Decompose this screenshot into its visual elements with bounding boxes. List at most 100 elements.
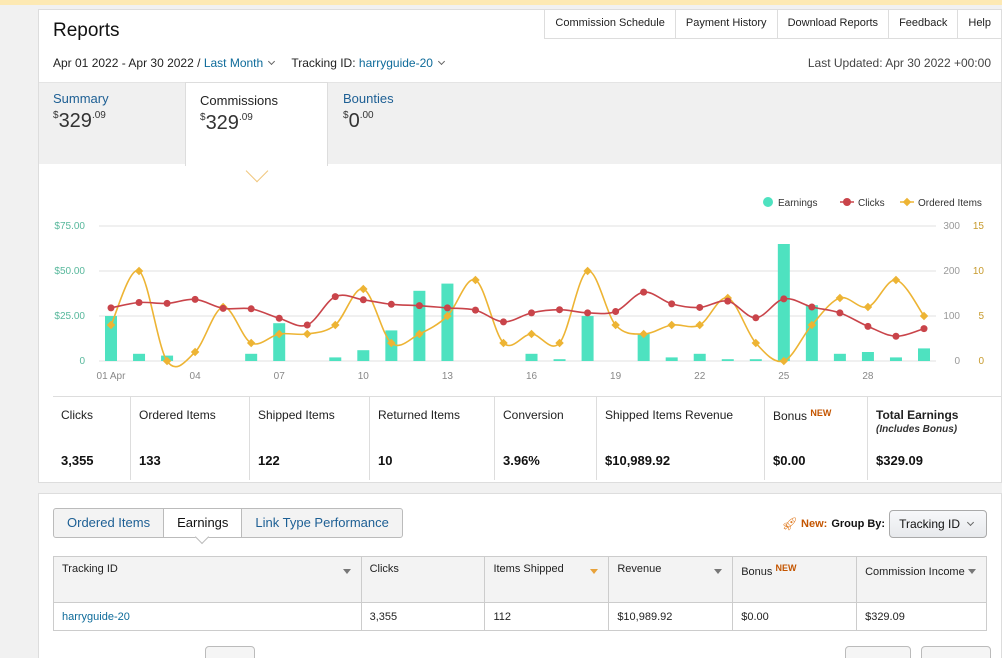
clicks-point [752, 314, 760, 322]
y-right2-tick-label: 0 [978, 356, 984, 367]
metric-label: Returned Items [378, 408, 461, 422]
value-cents: .00 [359, 110, 374, 121]
column-header-commission-income[interactable]: Commission Income [856, 556, 987, 603]
header-label: Commission Income [865, 566, 965, 578]
tab-link-type-performance[interactable]: Link Type Performance [242, 509, 401, 537]
rows-per-page-select[interactable] [205, 646, 255, 658]
new-badge: NEW [810, 408, 832, 418]
y-left-tick-label: $50.00 [54, 266, 85, 277]
metric-value: 3,355 [61, 453, 94, 468]
chevron-down-icon[interactable] [437, 57, 445, 66]
page-title: Reports [53, 20, 120, 41]
value-whole: 0 [348, 110, 360, 132]
help-link[interactable]: Help [958, 10, 1001, 38]
feedback-link[interactable]: Feedback [889, 10, 959, 38]
ordered-items-point [835, 293, 845, 303]
column-header-items-shipped[interactable]: Items Shipped [484, 556, 610, 603]
metric-value: 122 [258, 453, 280, 468]
date-range: Apr 01 2022 - Apr 30 2022 [53, 56, 194, 70]
earnings-bar [357, 350, 370, 361]
x-tick-label: 04 [190, 371, 202, 382]
previous-page-button[interactable] [845, 646, 911, 658]
x-tick-label: 10 [358, 371, 370, 382]
tab-bounties-value: $0.00 [343, 110, 394, 133]
tab-commissions[interactable]: Commissions $329.09 [185, 82, 328, 166]
tab-ordered-items[interactable]: Ordered Items [54, 509, 165, 537]
table-row: harryguide-20 3,355 112 $10,989.92 $0.00… [53, 602, 987, 631]
clicks-point [107, 304, 115, 312]
date-range-dropdown[interactable]: Last Month [204, 56, 263, 70]
x-tick-label: 28 [862, 371, 874, 382]
revenue-cell: $10,989.92 [608, 602, 734, 631]
earnings-bar [581, 316, 594, 361]
metric-sublabel: (Includes Bonus) [876, 424, 958, 435]
clicks-cell: 3,355 [360, 602, 486, 631]
earnings-bar [749, 359, 762, 361]
group-by-label: Group By: [831, 518, 886, 530]
column-header-revenue[interactable]: Revenue [608, 556, 734, 603]
earnings-bar [413, 290, 426, 361]
metric-label: Shipped Items Revenue [605, 408, 734, 422]
top-notice-strip [0, 0, 1002, 5]
metric-shipped-revenue: Shipped Items Revenue $10,989.92 [597, 397, 765, 480]
column-header-bonus[interactable]: Bonus NEW [732, 556, 858, 603]
download-reports-link[interactable]: Download Reports [778, 10, 890, 38]
earnings-bar [805, 305, 818, 361]
last-updated: Last Updated: Apr 30 2022 +00:00 [807, 56, 991, 70]
x-tick-label: 22 [694, 371, 706, 382]
tab-summary[interactable]: Summary $329.09 [53, 91, 109, 165]
clicks-point [163, 299, 171, 307]
clicks-point [275, 314, 283, 322]
chevron-down-icon[interactable] [268, 57, 276, 66]
legend-earnings-marker [763, 197, 773, 207]
earnings-bar [777, 244, 790, 361]
y-right-tick-label: 300 [943, 221, 960, 232]
ordered-items-point [863, 302, 873, 312]
sort-caret-icon[interactable] [714, 569, 723, 574]
clicks-point [303, 321, 311, 329]
metric-label: Conversion [503, 408, 564, 422]
metric-conversion: Conversion 3.96% [495, 397, 597, 480]
earnings-chart: $75.00 300 15$50.00 200 10$25.00 100 50 0 001 Ap… [54, 197, 984, 382]
group-by-select[interactable]: Tracking ID [889, 510, 987, 538]
x-tick-label: 25 [778, 371, 790, 382]
clicks-point [499, 318, 507, 326]
metric-value: $0.00 [773, 453, 806, 468]
metric-value: 133 [139, 453, 161, 468]
metric-value: 10 [378, 453, 393, 468]
tracking-id-cell[interactable]: harryguide-20 [53, 602, 362, 631]
tab-summary-value: $329.09 [53, 110, 109, 133]
commission-schedule-link[interactable]: Commission Schedule [545, 10, 676, 38]
legend-clicks-marker [843, 198, 851, 206]
clicks-point [668, 300, 676, 308]
rocket-icon: 🚀︎ [781, 516, 799, 531]
column-header-clicks[interactable]: Clicks [360, 556, 486, 603]
earnings-bar [693, 353, 706, 361]
clicks-point [920, 325, 928, 333]
clicks-point [359, 296, 367, 304]
y-left-tick-label: $25.00 [54, 311, 85, 322]
header-label: Tracking ID [62, 563, 118, 575]
value-whole: 329 [205, 112, 239, 134]
chevron-down-icon [966, 518, 975, 527]
tab-bounties[interactable]: Bounties $0.00 [343, 91, 394, 165]
clicks-point [528, 309, 536, 317]
earnings-bar [273, 323, 286, 361]
sort-caret-icon[interactable] [968, 569, 976, 574]
header-label: Revenue [617, 563, 662, 575]
next-page-button[interactable] [921, 646, 991, 658]
sort-caret-icon[interactable] [342, 569, 351, 574]
tracking-id-label: Tracking ID: [291, 56, 356, 70]
clicks-point [387, 300, 395, 308]
legend-ordered-marker [902, 197, 912, 207]
metric-label: Total Earnings [876, 408, 959, 422]
tracking-id-dropdown[interactable]: harryguide-20 [359, 56, 433, 70]
clicks-point [471, 306, 479, 314]
x-tick-label: 19 [610, 371, 622, 382]
metric-label: Bonus NEW [773, 408, 859, 423]
column-header-tracking-id[interactable]: Tracking ID [53, 556, 362, 603]
metric-returned-items: Returned Items 10 [370, 397, 495, 480]
commission-income-cell: $329.09 [856, 602, 987, 631]
sort-caret-icon[interactable] [590, 569, 599, 574]
payment-history-link[interactable]: Payment History [676, 10, 778, 38]
